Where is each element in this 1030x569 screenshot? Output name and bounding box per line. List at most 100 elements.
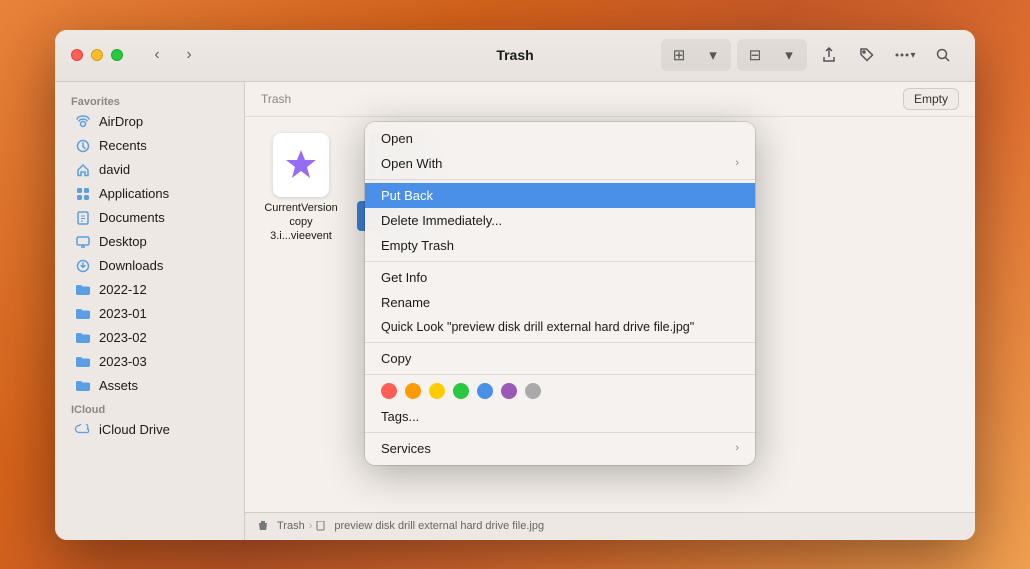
airdrop-icon bbox=[75, 114, 91, 130]
folder-icon bbox=[75, 354, 91, 370]
home-icon bbox=[75, 162, 91, 178]
toolbar-right: ⊞ ▾ ⊟ ▾ ▾ bbox=[661, 39, 959, 71]
window-title: Trash bbox=[496, 47, 533, 63]
sidebar-item-label: Recents bbox=[99, 138, 147, 153]
menu-item-get-info[interactable]: Get Info bbox=[365, 265, 755, 290]
share-button[interactable] bbox=[813, 41, 845, 69]
forward-button[interactable]: › bbox=[175, 41, 203, 69]
sidebar-item-assets[interactable]: Assets bbox=[59, 374, 240, 398]
services-arrow: › bbox=[735, 442, 739, 454]
menu-item-delete[interactable]: Delete Immediately... bbox=[365, 208, 755, 233]
menu-label-empty-trash: Empty Trash bbox=[381, 238, 454, 253]
menu-divider-2 bbox=[365, 261, 755, 262]
sidebar-item-2023-03[interactable]: 2023-03 bbox=[59, 350, 240, 374]
sidebar-item-downloads[interactable]: Downloads bbox=[59, 254, 240, 278]
column-view-button[interactable]: ⊟ bbox=[739, 41, 771, 69]
folder-icon bbox=[75, 330, 91, 346]
downloads-icon bbox=[75, 258, 91, 274]
menu-item-quick-look[interactable]: Quick Look "preview disk drill external … bbox=[365, 315, 755, 339]
menu-label-delete: Delete Immediately... bbox=[381, 213, 502, 228]
menu-label-put-back: Put Back bbox=[381, 188, 433, 203]
menu-item-put-back[interactable]: Put Back bbox=[365, 183, 755, 208]
color-yellow[interactable] bbox=[429, 383, 445, 399]
view-options: ⊟ ▾ bbox=[737, 39, 807, 71]
color-purple[interactable] bbox=[501, 383, 517, 399]
maximize-button[interactable] bbox=[111, 49, 123, 61]
menu-item-empty-trash[interactable]: Empty Trash bbox=[365, 233, 755, 258]
sidebar-item-label: iCloud Drive bbox=[99, 422, 170, 437]
folder-icon bbox=[75, 306, 91, 322]
menu-label-services: Services bbox=[381, 441, 431, 456]
color-orange[interactable] bbox=[405, 383, 421, 399]
file-name-vieevent: CurrentVersion copy 3.i...vieevent bbox=[261, 201, 341, 244]
desktop-icon bbox=[75, 234, 91, 250]
menu-label-copy: Copy bbox=[381, 351, 411, 366]
menu-label-open: Open bbox=[381, 131, 413, 146]
sidebar-item-2023-02[interactable]: 2023-02 bbox=[59, 326, 240, 350]
traffic-lights bbox=[71, 49, 123, 61]
context-menu: Open Open With › Put Back Delete Immedia… bbox=[365, 122, 755, 465]
view-toggle[interactable]: ▾ bbox=[773, 41, 805, 69]
sidebar-item-2022-12[interactable]: 2022-12 bbox=[59, 278, 240, 302]
search-button[interactable] bbox=[927, 41, 959, 69]
header-label: Trash bbox=[261, 92, 291, 106]
sidebar-item-label: Documents bbox=[99, 210, 165, 225]
menu-item-tags[interactable]: Tags... bbox=[365, 404, 755, 429]
applications-icon bbox=[75, 186, 91, 202]
sidebar-item-label: 2022-12 bbox=[99, 282, 147, 297]
icloud-icon bbox=[75, 422, 91, 438]
sidebar-item-david[interactable]: david bbox=[59, 158, 240, 182]
breadcrumb: Trash › preview disk drill external hard… bbox=[257, 520, 544, 532]
sidebar-item-label: 2023-02 bbox=[99, 330, 147, 345]
file-item-vieevent[interactable]: CurrentVersion copy 3.i...vieevent bbox=[261, 133, 341, 244]
menu-label-get-info: Get Info bbox=[381, 270, 427, 285]
sidebar-item-label: 2023-01 bbox=[99, 306, 147, 321]
empty-trash-button[interactable]: Empty bbox=[903, 88, 959, 110]
sidebar-item-desktop[interactable]: Desktop bbox=[59, 230, 240, 254]
menu-divider-5 bbox=[365, 432, 755, 433]
grid-view-button[interactable]: ⊞ bbox=[663, 41, 695, 69]
menu-item-open-with[interactable]: Open With › bbox=[365, 151, 755, 176]
titlebar: ‹ › Trash ⊞ ▾ ⊟ ▾ bbox=[55, 30, 975, 82]
color-red[interactable] bbox=[381, 383, 397, 399]
file-icon-vieevent bbox=[269, 133, 333, 197]
main-content: Favorites AirDrop bbox=[55, 82, 975, 540]
sidebar-item-label: Applications bbox=[99, 186, 169, 201]
menu-item-copy[interactable]: Copy bbox=[365, 346, 755, 371]
folder-icon bbox=[75, 378, 91, 394]
more-button[interactable]: ▾ bbox=[889, 41, 921, 69]
recents-icon bbox=[75, 138, 91, 154]
breadcrumb-trash: Trash bbox=[277, 520, 305, 532]
menu-item-services[interactable]: Services › bbox=[365, 436, 755, 461]
icloud-section-label: iCloud bbox=[55, 398, 244, 418]
sidebar-item-label: AirDrop bbox=[99, 114, 143, 129]
submenu-arrow: › bbox=[735, 157, 739, 169]
minimize-button[interactable] bbox=[91, 49, 103, 61]
file-icon-small bbox=[316, 521, 326, 531]
tag-button[interactable] bbox=[851, 41, 883, 69]
sidebar-item-label: david bbox=[99, 162, 130, 177]
folder-icon bbox=[75, 282, 91, 298]
documents-icon bbox=[75, 210, 91, 226]
sidebar: Favorites AirDrop bbox=[55, 82, 245, 540]
color-blue[interactable] bbox=[477, 383, 493, 399]
sidebar-item-documents[interactable]: Documents bbox=[59, 206, 240, 230]
sidebar-item-label: 2023-03 bbox=[99, 354, 147, 369]
view-switcher: ⊞ ▾ bbox=[661, 39, 731, 71]
list-view-button[interactable]: ▾ bbox=[697, 41, 729, 69]
menu-label-rename: Rename bbox=[381, 295, 430, 310]
content-area: Trash Empty CurrentVersion copy 3.i...vi… bbox=[245, 82, 975, 540]
menu-item-open[interactable]: Open bbox=[365, 126, 755, 151]
nav-buttons: ‹ › bbox=[143, 41, 203, 69]
sidebar-item-2023-01[interactable]: 2023-01 bbox=[59, 302, 240, 326]
color-gray[interactable] bbox=[525, 383, 541, 399]
close-button[interactable] bbox=[71, 49, 83, 61]
sidebar-item-applications[interactable]: Applications bbox=[59, 182, 240, 206]
color-green[interactable] bbox=[453, 383, 469, 399]
sidebar-item-airdrop[interactable]: AirDrop bbox=[59, 110, 240, 134]
back-button[interactable]: ‹ bbox=[143, 41, 171, 69]
sidebar-item-label: Desktop bbox=[99, 234, 147, 249]
sidebar-item-icloud-drive[interactable]: iCloud Drive bbox=[59, 418, 240, 442]
menu-item-rename[interactable]: Rename bbox=[365, 290, 755, 315]
sidebar-item-recents[interactable]: Recents bbox=[59, 134, 240, 158]
